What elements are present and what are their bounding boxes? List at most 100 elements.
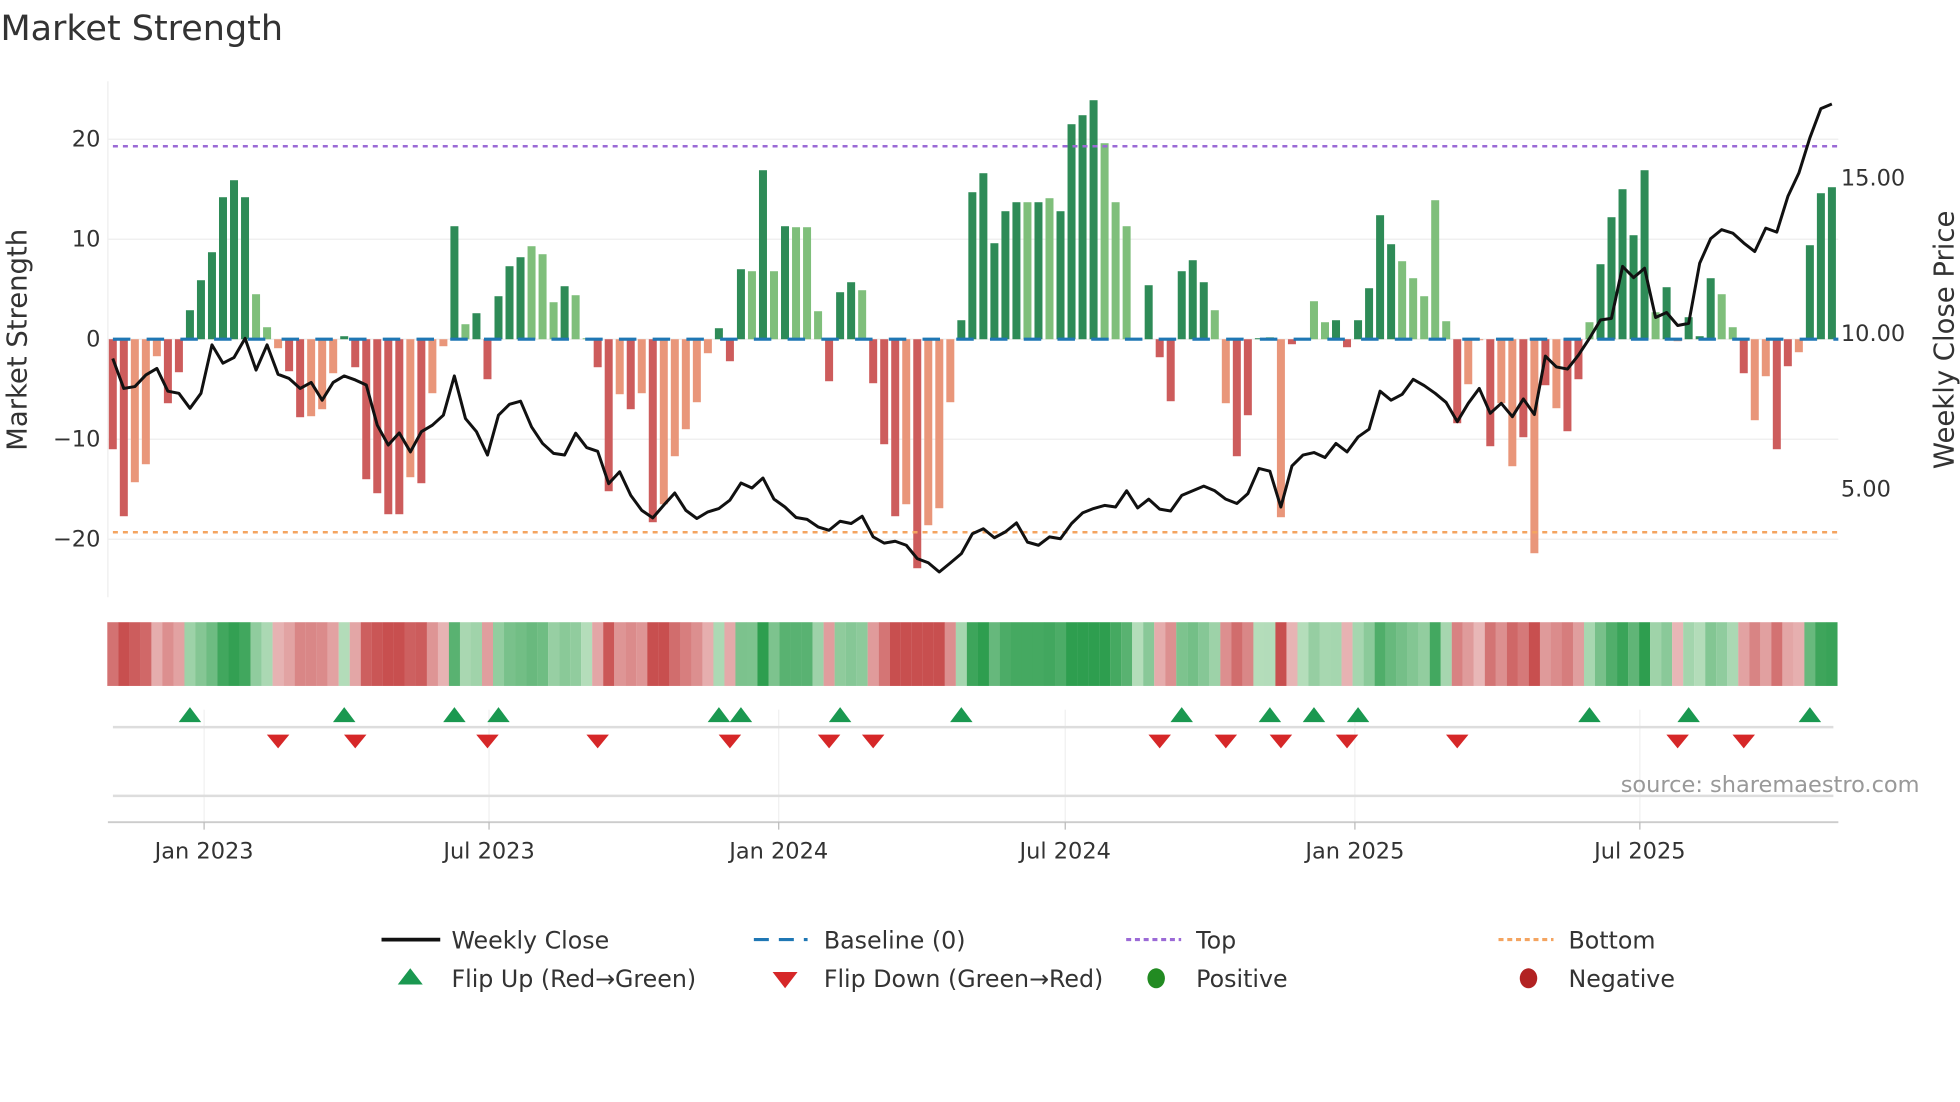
heat-cell	[691, 622, 703, 686]
strength-bar	[1166, 339, 1175, 402]
heat-cell	[261, 622, 273, 686]
strength-bar	[285, 339, 294, 372]
strength-bar	[814, 311, 823, 340]
chart-title: Market Strength	[0, 9, 283, 49]
heat-cell	[603, 622, 615, 686]
flip-up-marker	[443, 707, 466, 723]
strength-bar	[1332, 320, 1341, 340]
strength-bar	[505, 266, 514, 340]
heat-cell	[404, 622, 416, 686]
strength-bar	[1783, 339, 1792, 367]
heat-cell	[1738, 622, 1750, 686]
legend-top[interactable]: Top	[1195, 926, 1236, 954]
legend-weekly-close[interactable]: Weekly Close	[451, 926, 609, 954]
legend-flip-down[interactable]: Flip Down (Green→Red)	[824, 965, 1103, 993]
heat-cell	[504, 622, 516, 686]
strength-bar	[1001, 211, 1010, 340]
heat-cell	[1727, 622, 1739, 686]
strength-bar	[516, 257, 525, 340]
strength-bar	[1243, 339, 1252, 416]
flip-up-marker	[1677, 707, 1700, 723]
strength-bar	[1772, 339, 1781, 450]
heat-cell	[1352, 622, 1364, 686]
heat-cell	[1209, 622, 1221, 686]
heat-cell	[1088, 622, 1100, 686]
legend-positive[interactable]: Positive	[1196, 965, 1287, 993]
strength-bar	[461, 324, 470, 340]
strength-bar	[869, 339, 878, 384]
y2-tick-label: 5.00	[1841, 477, 1891, 503]
strength-bar	[604, 339, 613, 492]
heat-cell	[1286, 622, 1298, 686]
heat-cell	[1363, 622, 1375, 686]
heat-cell	[1418, 622, 1430, 686]
heat-cell	[867, 622, 879, 686]
heat-cell	[1661, 622, 1673, 686]
strength-bar	[185, 310, 194, 340]
heat-cell	[845, 622, 857, 686]
strength-bar	[990, 243, 999, 340]
heat-cell	[1043, 622, 1056, 686]
strength-bar	[1805, 245, 1814, 340]
y-axis-label: Market Strength	[2, 229, 34, 451]
legend-flip-up[interactable]: Flip Up (Red→Green)	[451, 965, 696, 993]
strength-bar	[1497, 339, 1506, 404]
legend-negative[interactable]: Negative	[1568, 965, 1674, 993]
strength-bar	[1111, 202, 1120, 340]
strength-bar	[725, 339, 734, 362]
heat-cell	[658, 622, 670, 686]
strength-bar	[1750, 339, 1759, 421]
heat-cell	[680, 622, 692, 686]
strength-bar	[130, 339, 139, 483]
heat-cell	[1462, 622, 1474, 686]
heat-cell	[437, 622, 450, 686]
strength-bar	[1023, 202, 1032, 340]
strength-bar	[218, 197, 227, 340]
heat-cell	[1826, 622, 1838, 686]
flip-down-marker	[1214, 734, 1238, 749]
strength-bar	[307, 339, 316, 417]
strength-bar	[119, 339, 128, 517]
strength-bar	[792, 227, 801, 340]
strength-bar	[758, 170, 767, 340]
heat-cell	[856, 622, 868, 686]
strength-bar	[1794, 339, 1803, 353]
heat-cell	[239, 622, 251, 686]
heat-cell	[448, 622, 461, 686]
strength-bar	[1442, 321, 1451, 340]
heat-cell	[922, 622, 934, 686]
legend-bottom[interactable]: Bottom	[1568, 926, 1655, 954]
strength-bar	[472, 313, 481, 340]
heat-cell	[1143, 622, 1155, 686]
heat-cell	[999, 622, 1012, 686]
heat-cell	[779, 622, 791, 686]
flip-up-marker	[1170, 707, 1193, 723]
strength-bar	[329, 339, 338, 374]
heat-cell	[1010, 622, 1023, 686]
heat-cell	[977, 622, 989, 686]
strength-bar	[957, 320, 966, 340]
heat-cell	[316, 622, 328, 686]
strength-bar	[703, 339, 712, 354]
heat-cell	[1650, 622, 1662, 686]
heat-cell	[140, 622, 152, 686]
strength-bar	[230, 180, 239, 340]
strength-bar	[395, 339, 404, 515]
legend-baseline[interactable]: Baseline (0)	[824, 926, 966, 954]
strength-bar	[1552, 339, 1561, 409]
heat-cell	[548, 622, 560, 686]
strength-bar	[196, 280, 205, 340]
x-tick-label: Jan 2024	[727, 838, 828, 864]
strength-bar	[362, 339, 371, 480]
heat-cell	[1275, 622, 1287, 686]
strength-bar	[681, 339, 690, 430]
strength-bar	[1420, 296, 1429, 340]
heat-cell	[636, 622, 648, 686]
heat-cell	[735, 622, 747, 686]
strength-bar	[880, 339, 889, 445]
strength-bar	[1827, 187, 1836, 340]
heat-cell	[1628, 622, 1640, 686]
heat-cell	[911, 622, 923, 686]
heat-cell	[1528, 622, 1540, 686]
strength-bar	[913, 339, 922, 569]
